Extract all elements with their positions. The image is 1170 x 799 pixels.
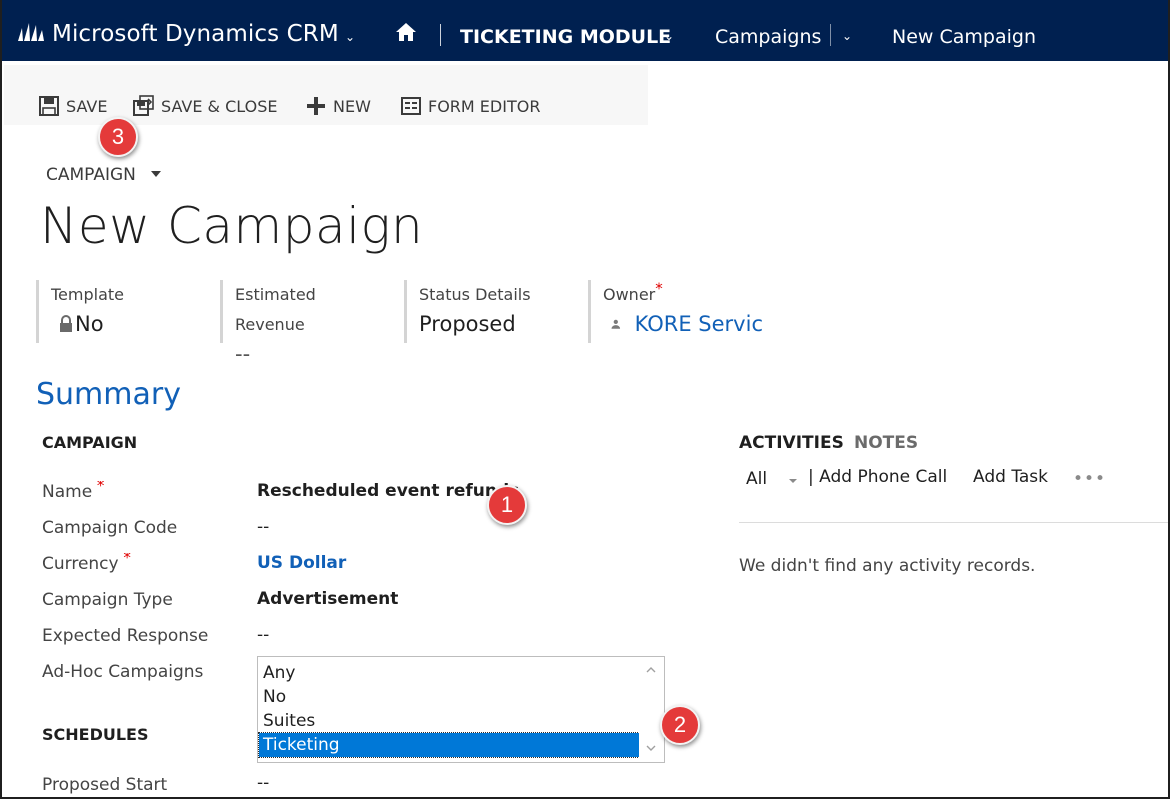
module-selector[interactable]: TICKETING MODULE <box>460 24 671 50</box>
save-button[interactable]: SAVE <box>38 94 107 118</box>
callout-badge-2: 2 <box>660 705 700 745</box>
tab-activities[interactable]: ACTIVITIES <box>739 432 844 454</box>
nav-separator <box>440 24 441 46</box>
required-asterisk: * <box>118 553 131 567</box>
schedules-group-heading: SCHEDULES <box>42 725 149 744</box>
required-asterisk: * <box>655 280 663 298</box>
header-field-status-details: Status Details Proposed <box>404 280 574 343</box>
scroll-down-arrow-icon[interactable] <box>646 743 656 753</box>
save-label: SAVE <box>66 96 108 116</box>
more-commands-icon[interactable]: ••• <box>1073 468 1106 490</box>
entity-form-selector[interactable]: CAMPAIGN <box>46 164 136 186</box>
new-label: NEW <box>333 96 371 116</box>
owner-value-link[interactable]: KORE Servic <box>635 310 763 338</box>
scroll-up-arrow-icon[interactable] <box>646 665 656 675</box>
campaign-type-label: Campaign Type <box>42 590 173 610</box>
breadcrumb-current-record[interactable]: New Campaign <box>892 24 1036 50</box>
add-task-button[interactable]: Add Task <box>973 466 1048 488</box>
new-button[interactable]: NEW <box>305 94 371 118</box>
ad-hoc-campaigns-label: Ad-Hoc Campaigns <box>42 662 204 682</box>
activities-empty-message: We didn't find any activity records. <box>739 556 1036 576</box>
estimated-revenue-value: -- <box>235 342 251 366</box>
nav-separator <box>830 24 831 46</box>
summary-section-title: Summary <box>36 377 181 412</box>
activities-divider <box>739 522 1170 523</box>
header-field-estimated-revenue: Estimated Revenue -- <box>220 280 390 366</box>
campaign-type-value[interactable]: Advertisement <box>257 588 398 610</box>
add-phone-call-button[interactable]: | Add Phone Call <box>808 466 947 488</box>
plus-icon <box>307 97 325 115</box>
estimated-revenue-label: Estimated Revenue <box>235 285 316 334</box>
filter-caret-down-icon[interactable] <box>789 479 797 483</box>
name-field-label: Name * <box>42 481 104 503</box>
proposed-start-label: Proposed Start <box>42 775 168 795</box>
currency-field-label: Currency * <box>42 553 131 575</box>
listbox-option-ticketing-selected[interactable]: Ticketing <box>258 732 640 758</box>
proposed-start-value[interactable]: -- <box>257 772 269 794</box>
app-brand-title[interactable]: Microsoft Dynamics CRM <box>52 19 339 49</box>
status-details-label: Status Details <box>419 285 531 304</box>
required-asterisk: * <box>92 481 105 495</box>
brand-chevron-down-icon[interactable]: ⌄ <box>345 30 355 44</box>
home-icon[interactable] <box>395 22 417 42</box>
form-editor-label: FORM EDITOR <box>428 96 541 116</box>
expected-response-label: Expected Response(% <box>42 626 208 646</box>
expected-response-value[interactable]: -- <box>257 624 269 646</box>
campaign-code-label: Campaign Code <box>42 518 178 538</box>
listbox-scrollbar[interactable] <box>639 657 664 762</box>
status-details-value: Proposed <box>419 312 516 336</box>
save-icon <box>39 96 59 116</box>
callout-badge-1: 1 <box>487 485 527 525</box>
record-title: New Campaign <box>40 197 424 255</box>
name-field-value[interactable]: Rescheduled event refunds <box>257 480 519 502</box>
campaign-code-value[interactable]: -- <box>257 516 269 538</box>
listbox-option-any[interactable]: Any <box>259 661 639 685</box>
module-chevron-down-icon[interactable]: ⌄ <box>664 29 674 43</box>
header-field-template: Template No <box>36 280 206 343</box>
listbox-option-no[interactable]: No <box>259 685 639 709</box>
callout-badge-3: 3 <box>98 117 138 157</box>
save-and-close-button[interactable]: SAVE & CLOSE <box>133 94 277 118</box>
top-navigation-bar: Microsoft Dynamics CRM ⌄ TICKETING MODUL… <box>0 0 1170 61</box>
entity-caret-down-icon[interactable] <box>151 171 161 177</box>
save-and-close-icon <box>133 95 154 116</box>
dynamics-logo-icon <box>18 23 44 41</box>
form-editor-icon <box>401 97 421 115</box>
owner-label: Owner <box>603 285 656 304</box>
ad-hoc-campaigns-listbox[interactable]: Any No Suites Ticketing <box>257 656 665 763</box>
activity-filter-select[interactable]: All <box>746 468 767 490</box>
listbox-option-suites[interactable]: Suites <box>259 709 639 733</box>
lock-icon <box>60 315 72 332</box>
campaign-group-heading: CAMPAIGN <box>42 433 138 452</box>
area-campaigns-link[interactable]: Campaigns <box>715 24 821 50</box>
area-chevron-down-icon[interactable]: ⌄ <box>842 29 852 43</box>
tab-notes[interactable]: NOTES <box>854 432 918 454</box>
currency-value-link[interactable]: US Dollar <box>257 552 346 574</box>
header-field-owner: Owner* KORE Servic <box>588 280 763 343</box>
template-label: Template <box>51 285 125 304</box>
user-icon <box>611 319 621 329</box>
save-and-close-label: SAVE & CLOSE <box>161 96 278 116</box>
template-value: No <box>75 312 104 336</box>
form-editor-button[interactable]: FORM EDITOR <box>400 94 540 118</box>
